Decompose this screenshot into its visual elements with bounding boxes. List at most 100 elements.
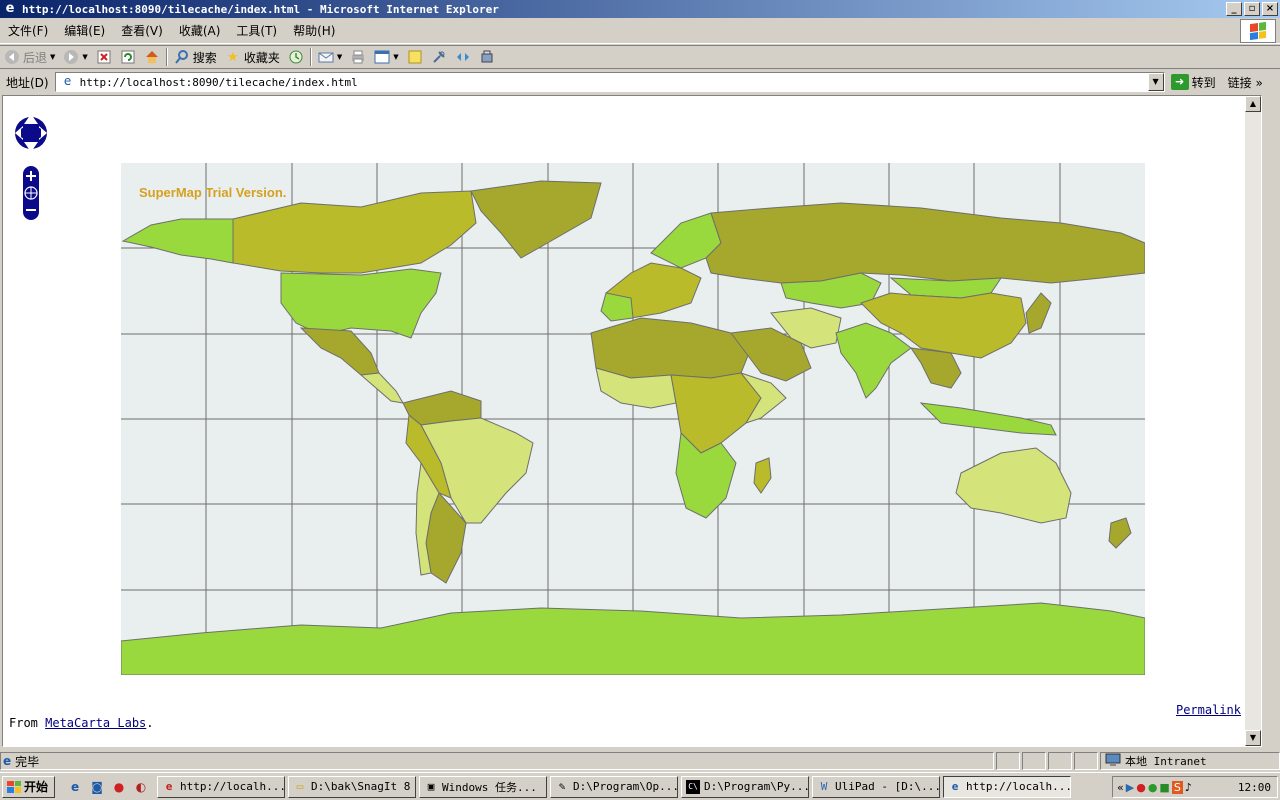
status-bar: e 完毕 本地 Intranet (0, 751, 1280, 771)
task-button[interactable]: ▭ D:\bak\SnagIt 8 (288, 775, 417, 798)
tray-input-icon[interactable]: S (1171, 780, 1183, 794)
address-url[interactable]: http://localhost:8090/tilecache/index.ht… (80, 76, 358, 89)
ie-icon: e (951, 779, 959, 793)
tray-status-icon[interactable]: ● (1148, 781, 1158, 794)
maximize-button[interactable]: ▫ (1244, 2, 1260, 16)
messenger-button[interactable] (451, 46, 475, 68)
search-button[interactable]: 搜索 (170, 46, 221, 68)
home-icon (144, 49, 160, 65)
land-russia (705, 202, 1145, 284)
status-cell (1074, 752, 1098, 770)
history-button[interactable] (284, 46, 308, 68)
tools-icon (479, 49, 495, 65)
ie-icon: e (165, 779, 173, 793)
favorites-button[interactable]: ★ 收藏夹 (221, 46, 284, 68)
toolbar-separator (165, 48, 168, 66)
windows-logo (1240, 19, 1276, 43)
scroll-down-button[interactable]: ▼ (1245, 730, 1261, 746)
task-button[interactable]: e http://localh... (157, 775, 286, 798)
attribution-text: From MetaCarta Labs. (9, 716, 154, 730)
land-central-america (359, 372, 404, 404)
menu-view[interactable]: 查看(V) (113, 22, 171, 39)
menu-favorites[interactable]: 收藏(A) (171, 22, 229, 39)
map-viewport[interactable]: SuperMap Trial Version. (121, 163, 1145, 675)
refresh-icon (120, 49, 136, 65)
from-prefix: From (9, 716, 46, 730)
links-button[interactable]: 链接 » (1228, 74, 1263, 91)
quick-launch: e ◙ ● ◐ (67, 779, 149, 795)
toolbar-separator (309, 48, 312, 66)
zoom-control (23, 166, 39, 220)
tray-app-icon[interactable]: ● (1136, 781, 1146, 794)
edit-page-icon (374, 49, 390, 65)
clock: 12:00 (1237, 780, 1271, 794)
outlook-quicklaunch-icon[interactable]: ◙ (89, 779, 105, 795)
research-button[interactable] (427, 46, 451, 68)
favorites-label: 收藏夹 (243, 50, 280, 65)
app2-quicklaunch-icon[interactable]: ◐ (133, 779, 149, 795)
task-manager-icon: ▣ (427, 779, 435, 793)
task-button[interactable]: ▣ Windows 任务... (419, 775, 548, 798)
status-text: 完毕 (15, 754, 40, 769)
go-button[interactable]: ➜ 转到 (1170, 74, 1216, 91)
address-dropdown-button[interactable]: ▼ (1147, 73, 1164, 91)
edit-button[interactable]: ▼ (370, 46, 402, 68)
go-arrow-icon: ➜ (1170, 74, 1189, 90)
ie-quicklaunch-icon[interactable]: e (67, 779, 83, 795)
refresh-button[interactable] (116, 46, 140, 68)
forward-button[interactable]: ▼ (59, 46, 91, 68)
print-button[interactable] (346, 46, 370, 68)
discuss-button[interactable] (403, 46, 427, 68)
volume-icon[interactable]: ♪ (1185, 781, 1192, 794)
page-content: SuperMap Trial Version. Permalink From M (2, 95, 1262, 747)
task-button[interactable]: ✎ D:\Program\Op... (550, 775, 679, 798)
ie-icon: e (5, 1, 15, 16)
menu-file[interactable]: 文件(F) (0, 22, 56, 39)
address-input[interactable]: e http://localhost:8090/tilecache/index.… (54, 72, 1165, 92)
printer-icon (350, 49, 366, 65)
chevron-down-icon: ▼ (336, 53, 343, 61)
menu-tools[interactable]: 工具(T) (228, 22, 285, 39)
land-usa (280, 268, 442, 339)
vertical-scrollbar[interactable]: ▲ ▼ (1245, 96, 1261, 746)
menu-bar: 文件(F) 编辑(E) 查看(V) 收藏(A) 工具(T) 帮助(H) (0, 18, 1280, 44)
window-title: http://localhost:8090/tilecache/index.ht… (22, 2, 499, 16)
status-cell (1022, 752, 1046, 770)
security-zone[interactable]: 本地 Intranet (1100, 752, 1280, 770)
minimize-button[interactable]: _ (1226, 2, 1242, 16)
tools-button[interactable] (475, 46, 499, 68)
chevron-down-icon: ▼ (50, 53, 56, 61)
map-watermark: SuperMap Trial Version. (139, 185, 287, 200)
back-button[interactable]: 后退 ▼ (0, 46, 59, 68)
address-label: 地址(D) (6, 75, 49, 90)
tray-expand-icon[interactable]: « (1117, 781, 1124, 794)
stop-icon (96, 49, 112, 65)
address-bar: 地址(D) e http://localhost:8090/tilecache/… (0, 70, 1280, 94)
metacarta-link[interactable]: MetaCarta Labs (45, 716, 146, 730)
zone-text: 本地 Intranet (1125, 755, 1207, 768)
chevron-down-icon: ▼ (393, 53, 399, 61)
windows-flag-icon (7, 780, 21, 793)
start-button[interactable]: 开始 (2, 775, 56, 798)
task-button[interactable]: W UliPad - [D:\... (812, 775, 941, 798)
history-icon (288, 49, 304, 65)
close-button[interactable]: × (1262, 2, 1278, 16)
tray-network-icon[interactable]: ▶ (1126, 781, 1134, 794)
window-title-bar[interactable]: e http://localhost:8090/tilecache/index.… (0, 0, 1280, 18)
land-greenland (470, 180, 602, 259)
console-icon: C\ (686, 779, 701, 794)
stop-button[interactable] (92, 46, 116, 68)
task-button-active[interactable]: e http://localh... (943, 775, 1072, 798)
permalink-link[interactable]: Permalink (1176, 703, 1241, 717)
land-iberia (600, 292, 634, 322)
land-southeast-asia (909, 347, 962, 389)
scroll-up-button[interactable]: ▲ (1245, 96, 1261, 112)
task-button[interactable]: C\ D:\Program\Py... (681, 775, 810, 798)
menu-edit[interactable]: 编辑(E) (56, 22, 113, 39)
menu-help[interactable]: 帮助(H) (285, 22, 343, 39)
mail-button[interactable]: ▼ (314, 46, 346, 68)
task-label: UliPad - [D:\... (835, 780, 941, 793)
app-quicklaunch-icon[interactable]: ● (111, 779, 127, 795)
tray-monitor-icon[interactable]: ■ (1159, 781, 1169, 794)
home-button[interactable] (140, 46, 164, 68)
